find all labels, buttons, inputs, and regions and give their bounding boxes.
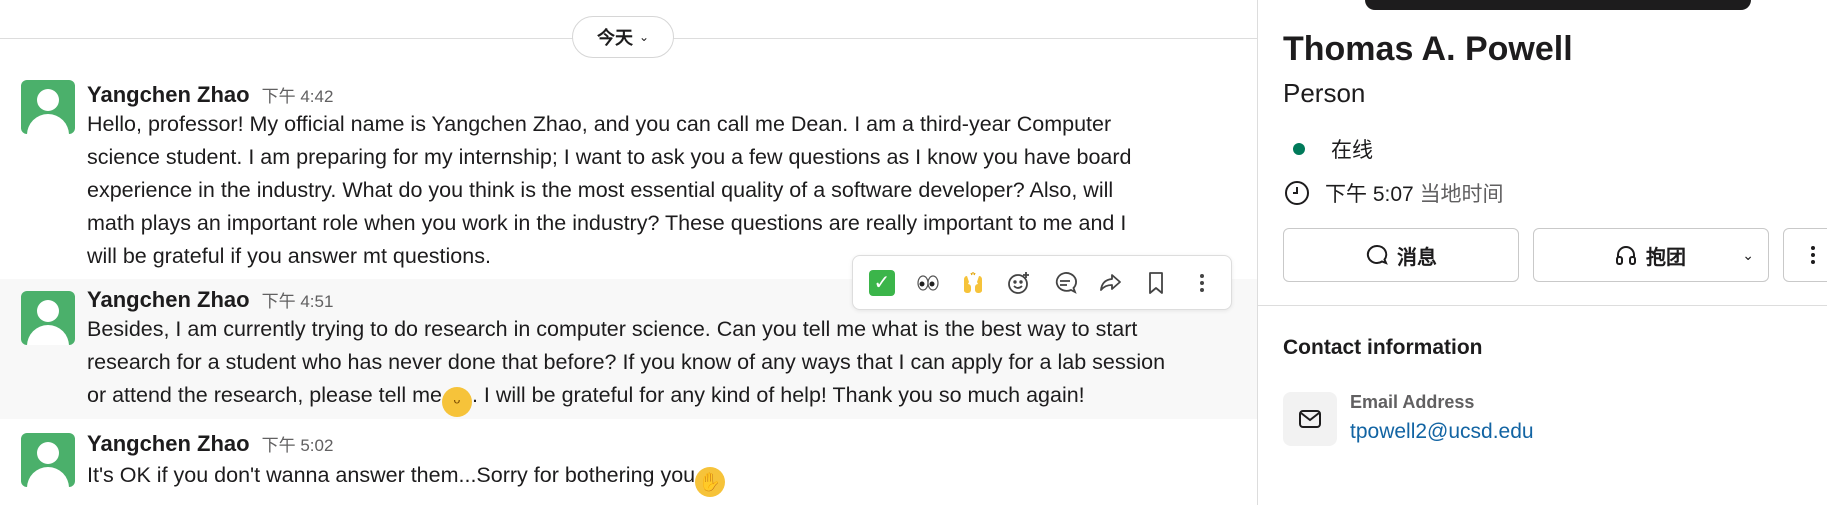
message-button-label: 消息 [1397, 246, 1437, 269]
chevron-down-icon[interactable]: ⌄ [1742, 247, 1754, 264]
more-options-button[interactable] [1783, 228, 1827, 282]
message-author[interactable]: Yangchen Zhao [87, 82, 250, 108]
local-time-value: 下午 5:07 [1325, 183, 1414, 206]
avatar[interactable] [21, 80, 75, 134]
eyes-icon [917, 274, 939, 291]
chat-pane: 今天 ⌄ Yangchen Zhao 下午 4:42 Hello, profes… [0, 0, 1257, 505]
avatar[interactable] [21, 433, 75, 487]
message-timestamp[interactable]: 下午 4:42 [262, 82, 334, 107]
grinning-face-emoji-icon: ᵕ [441, 387, 472, 417]
day-divider-button[interactable]: 今天 ⌄ [572, 16, 674, 58]
profile-pane: Thomas A. Powell Person 在线 下午 5:07 当地时间 … [1258, 0, 1827, 505]
local-time-suffix: 当地时间 [1419, 183, 1504, 206]
eyes-reaction-button[interactable] [908, 263, 948, 303]
vertical-ellipsis-icon [1811, 246, 1815, 264]
message-bubble-icon [1366, 244, 1388, 265]
share-message-button[interactable] [1091, 263, 1131, 303]
email-link[interactable]: tpowell2@ucsd.edu [1350, 420, 1534, 444]
add-reaction-button[interactable] [999, 263, 1039, 303]
reply-in-thread-button[interactable] [1045, 263, 1085, 303]
message-button[interactable]: 消息 [1283, 228, 1519, 282]
day-divider-label: 今天 [596, 28, 633, 48]
message-text: It's OK if you don't wanna answer them..… [87, 459, 1227, 497]
status-text: 在线 [1331, 139, 1373, 162]
email-icon-box [1283, 392, 1337, 446]
headphones-icon [1616, 246, 1636, 265]
message-text: Besides, I am currently trying to do res… [87, 313, 1227, 417]
chevron-down-icon: ⌄ [638, 30, 650, 44]
message-3[interactable]: Yangchen Zhao 下午 5:02 It's OK if you don… [0, 423, 1257, 505]
message-timestamp[interactable]: 下午 4:51 [262, 287, 334, 312]
profile-role: Person [1283, 78, 1366, 108]
face-with-hand-over-mouth-emoji-icon: ✋ [695, 467, 726, 497]
online-status-icon [1293, 143, 1305, 155]
share-arrow-icon [1099, 273, 1121, 291]
status-row: 在线 [1283, 134, 1373, 164]
profile-name: Thomas A. Powell [1283, 30, 1573, 68]
raised-hands-icon [964, 271, 983, 293]
clock-icon [1285, 181, 1309, 205]
huddle-button[interactable]: 抱团 ⌄ [1533, 228, 1769, 282]
contact-information-heading: Contact information [1283, 336, 1483, 359]
thread-bubble-icon [1055, 271, 1077, 294]
message-author[interactable]: Yangchen Zhao [87, 431, 250, 457]
check-mark-icon: ✓ [868, 269, 895, 296]
email-label: Email Address [1350, 392, 1475, 412]
avatar[interactable] [21, 291, 75, 345]
profile-header-bar [1365, 0, 1751, 10]
message-1[interactable]: Yangchen Zhao 下午 4:42 Hello, professor! … [0, 70, 1257, 275]
raised-hands-reaction-button[interactable] [953, 263, 993, 303]
local-time-row: 下午 5:07 当地时间 [1283, 178, 1504, 208]
bookmark-icon [1149, 271, 1164, 294]
envelope-icon [1299, 410, 1321, 428]
message-timestamp[interactable]: 下午 5:02 [262, 431, 334, 456]
vertical-ellipsis-icon [1200, 273, 1205, 292]
add-emoji-icon [1008, 271, 1030, 294]
save-for-later-button[interactable] [1136, 263, 1176, 303]
message-author[interactable]: Yangchen Zhao [87, 287, 250, 313]
check-mark-reaction-button[interactable]: ✓ [862, 263, 902, 303]
more-actions-button[interactable] [1182, 263, 1222, 303]
message-text: Hello, professor! My official name is Ya… [87, 112, 1132, 268]
section-divider [1258, 305, 1827, 306]
huddle-button-label: 抱团 [1646, 246, 1686, 269]
message-actions-toolbar: ✓ [852, 255, 1232, 310]
